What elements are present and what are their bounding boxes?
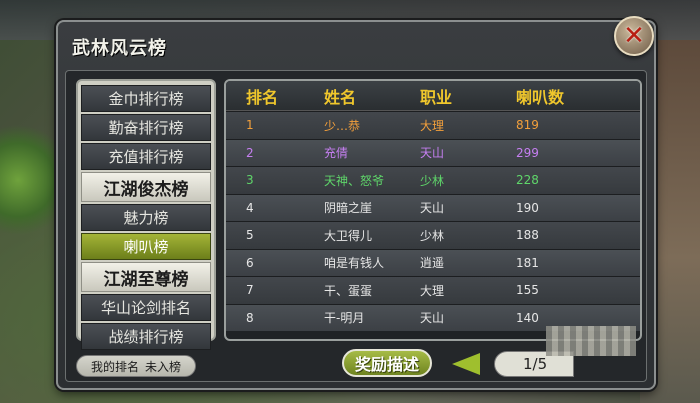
ranking-menu: 金巾排行榜 勤奋排行榜 充值排行榜 江湖俊杰榜 魅力榜 喇叭榜 江湖至尊榜 华山…	[76, 79, 216, 350]
ranking-table: 排名 姓名 职业 喇叭数 1 少…恭 大理 819 2 充倩 天山 299 3 …	[224, 79, 642, 341]
header-trumpet-count: 喇叭数	[516, 87, 565, 107]
cell-name: 天神、怒爷	[324, 173, 385, 188]
table-row[interactable]: 5 大卫得儿 少林 188	[226, 221, 640, 249]
cell-rank: 5	[246, 228, 254, 243]
menu-item-battle[interactable]: 战绩排行榜	[81, 323, 211, 350]
cell-rank: 4	[246, 200, 254, 215]
cell-class: 天山	[420, 201, 445, 216]
cell-rank: 1	[246, 118, 254, 133]
cell-count: 299	[516, 145, 539, 160]
cell-count: 140	[516, 310, 539, 325]
cell-class: 天山	[420, 146, 445, 161]
table-row[interactable]: 4 阴暗之崖 天山 190	[226, 193, 640, 221]
header-class: 职业	[420, 87, 453, 107]
menu-item-diligence[interactable]: 勤奋排行榜	[81, 114, 211, 141]
cell-name: 大卫得儿	[324, 228, 373, 243]
cell-name: 少…恭	[324, 118, 361, 133]
cell-name: 咱是有钱人	[324, 256, 385, 271]
menu-item-gold[interactable]: 金巾排行榜	[81, 85, 211, 112]
menu-item-charm[interactable]: 魅力榜	[81, 204, 211, 231]
table-row[interactable]: 3 天神、怒爷 少林 228	[226, 166, 640, 194]
cell-class: 少林	[420, 228, 445, 243]
cell-class: 大理	[420, 118, 445, 133]
header-rank: 排名	[246, 87, 279, 107]
cell-rank: 6	[246, 255, 254, 270]
table-row[interactable]: 6 咱是有钱人 逍遥 181	[226, 248, 640, 276]
left-arrow-icon[interactable]	[452, 353, 480, 375]
menu-item-heroes[interactable]: 江湖俊杰榜	[81, 172, 211, 202]
my-rank-value: 未入榜	[145, 359, 182, 374]
close-icon: ✕	[623, 21, 645, 51]
menu-item-trumpet[interactable]: 喇叭榜	[81, 233, 211, 260]
cell-class: 逍遥	[420, 256, 445, 271]
table-row[interactable]: 1 少…恭 大理 819	[226, 111, 640, 139]
cell-rank: 8	[246, 310, 254, 325]
table-row[interactable]: 2 充倩 天山 299	[226, 138, 640, 166]
close-button[interactable]: ✕	[614, 16, 654, 56]
watermark-blur	[546, 326, 636, 356]
cell-name: 充倩	[324, 146, 349, 161]
cell-count: 228	[516, 173, 539, 188]
cell-rank: 3	[246, 173, 254, 188]
table-header: 排名 姓名 职业 喇叭数	[226, 81, 640, 111]
background-tree	[0, 120, 60, 240]
cell-class: 少林	[420, 173, 445, 188]
reward-description-button[interactable]: 奖励描述	[342, 349, 432, 377]
cell-count: 188	[516, 228, 539, 243]
my-rank-label: 我的排名	[90, 359, 139, 374]
menu-item-supreme[interactable]: 江湖至尊榜	[81, 262, 211, 292]
header-name: 姓名	[324, 87, 357, 107]
cell-name: 干、蛋蛋	[324, 283, 373, 298]
menu-item-recharge[interactable]: 充值排行榜	[81, 143, 211, 170]
window-title: 武林风云榜	[72, 38, 167, 59]
table-row[interactable]: 7 干、蛋蛋 大理 155	[226, 276, 640, 304]
cell-rank: 7	[246, 283, 254, 298]
cell-name: 阴暗之崖	[324, 201, 373, 216]
cell-count: 190	[516, 200, 539, 215]
menu-item-huashan[interactable]: 华山论剑排名	[81, 294, 211, 321]
cell-name: 干-明月	[324, 311, 365, 326]
cell-count: 181	[516, 255, 539, 270]
my-rank-badge: 我的排名 未入榜	[76, 355, 196, 377]
cell-count: 155	[516, 283, 539, 298]
cell-count: 819	[516, 118, 539, 133]
cell-class: 大理	[420, 283, 445, 298]
cell-class: 天山	[420, 311, 445, 326]
cell-rank: 2	[246, 145, 254, 160]
table-body: 1 少…恭 大理 819 2 充倩 天山 299 3 天神、怒爷 少林 228	[226, 111, 640, 331]
